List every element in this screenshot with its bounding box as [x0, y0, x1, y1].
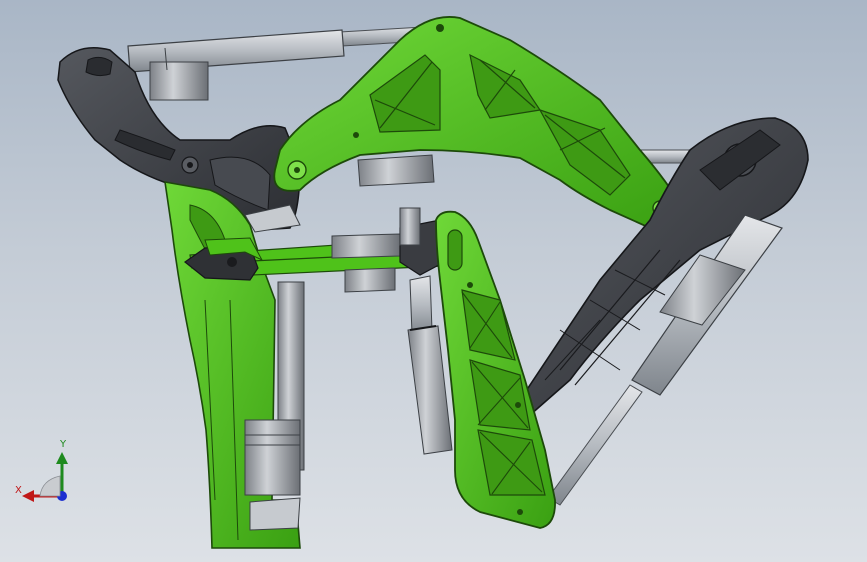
- graphics-viewport[interactable]: Y X: [0, 0, 867, 562]
- assembly-model[interactable]: [0, 0, 867, 562]
- upper-left-actuator[interactable]: [127, 29, 345, 101]
- y-axis-arrowhead: [56, 452, 68, 464]
- y-axis-label: Y: [60, 439, 67, 450]
- triad-plane: [39, 475, 61, 497]
- reference-triad: Y X: [12, 440, 82, 510]
- x-axis-label: X: [15, 485, 22, 496]
- triad-graphic: [22, 452, 68, 502]
- x-axis-arrowhead: [22, 490, 34, 502]
- lower-right-rod: [547, 384, 643, 506]
- mid-top-actuator[interactable]: [357, 154, 435, 187]
- lower-green-link[interactable]: [435, 210, 556, 529]
